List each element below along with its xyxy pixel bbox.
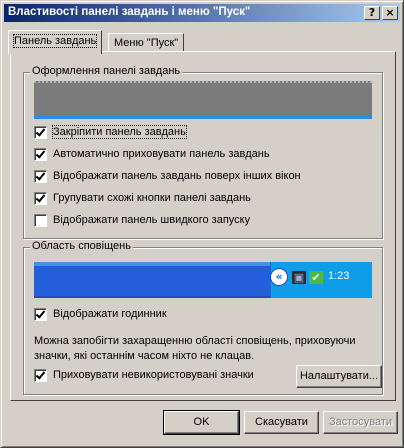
group-buttons-checkbox[interactable] <box>34 191 47 205</box>
taskbar-preview-image <box>34 81 372 119</box>
safely-remove-icon: ✔ <box>309 271 323 284</box>
tab-taskbar[interactable]: Панель завдань <box>8 30 103 54</box>
notification-area-group: Область сповіщень « ▣ ✔ 1:23 Відображати… <box>23 240 383 395</box>
group-buttons-label: Групувати схожі кнопки панелі завдань <box>53 192 251 204</box>
lock-taskbar-checkbox[interactable] <box>34 125 47 139</box>
customize-button[interactable]: Налаштувати... <box>296 365 382 388</box>
preview-dots <box>34 81 372 83</box>
hide-inactive-icons-checkbox[interactable] <box>34 368 47 382</box>
taskbar-appearance-group: Оформлення панелі завдань Закріпити пане… <box>23 65 383 239</box>
lock-taskbar-label: Закріпити панель завдань <box>52 125 187 139</box>
help-button[interactable]: ? <box>364 6 380 20</box>
show-clock-option[interactable]: Відображати годинник <box>34 307 167 321</box>
ok-button[interactable]: OK <box>163 410 240 435</box>
show-clock-checkbox[interactable] <box>34 307 47 321</box>
tab-strip: Панель завдань Меню "Пуск" <box>8 30 398 54</box>
auto-hide-label: Автоматично приховувати панель завдань <box>53 148 270 160</box>
hide-inactive-icons-option[interactable]: Приховувати невикористовувані значки <box>34 368 254 382</box>
lock-taskbar-option[interactable]: Закріпити панель завдань <box>34 125 187 139</box>
network-icon: ▣ <box>292 271 306 284</box>
hide-inactive-icons-label: Приховувати невикористовувані значки <box>53 369 254 381</box>
tab-taskbar-label: Панель завдань <box>12 34 98 48</box>
quick-launch-checkbox[interactable] <box>34 213 47 227</box>
chevron-icon: « <box>270 268 288 286</box>
cancel-button[interactable]: Скасувати <box>244 411 319 434</box>
taskbar-properties-dialog: Властивості панелі завдань і меню "Пуск"… <box>0 0 404 448</box>
keep-on-top-label: Відображати панель завдань поверх інших … <box>53 170 301 182</box>
notification-info-text: Можна запобігти захаращенню області спов… <box>34 335 356 362</box>
apply-button[interactable]: Застосувати <box>323 411 398 434</box>
group-title: Область сповіщень <box>30 240 133 252</box>
tab-start-menu-label: Меню "Пуск" <box>114 37 179 49</box>
keep-on-top-option[interactable]: Відображати панель завдань поверх інших … <box>34 169 301 183</box>
group-title: Оформлення панелі завдань <box>30 65 183 77</box>
group-buttons-option[interactable]: Групувати схожі кнопки панелі завдань <box>34 191 251 205</box>
close-button[interactable]: × <box>382 6 398 20</box>
tab-panel: Оформлення панелі завдань Закріпити пане… <box>10 51 396 401</box>
title-bar[interactable]: Властивості панелі завдань і меню "Пуск"… <box>4 4 400 22</box>
clock-text: 1:23 <box>328 270 350 282</box>
notification-preview-image: « ▣ ✔ 1:23 <box>34 262 372 298</box>
quick-launch-option[interactable]: Відображати панель швидкого запуску <box>34 213 250 227</box>
auto-hide-option[interactable]: Автоматично приховувати панель завдань <box>34 147 270 161</box>
keep-on-top-checkbox[interactable] <box>34 169 47 183</box>
window-title: Властивості панелі завдань і меню "Пуск" <box>8 6 251 18</box>
quick-launch-label: Відображати панель швидкого запуску <box>53 214 251 226</box>
auto-hide-checkbox[interactable] <box>34 147 47 161</box>
show-clock-label: Відображати годинник <box>53 308 167 320</box>
